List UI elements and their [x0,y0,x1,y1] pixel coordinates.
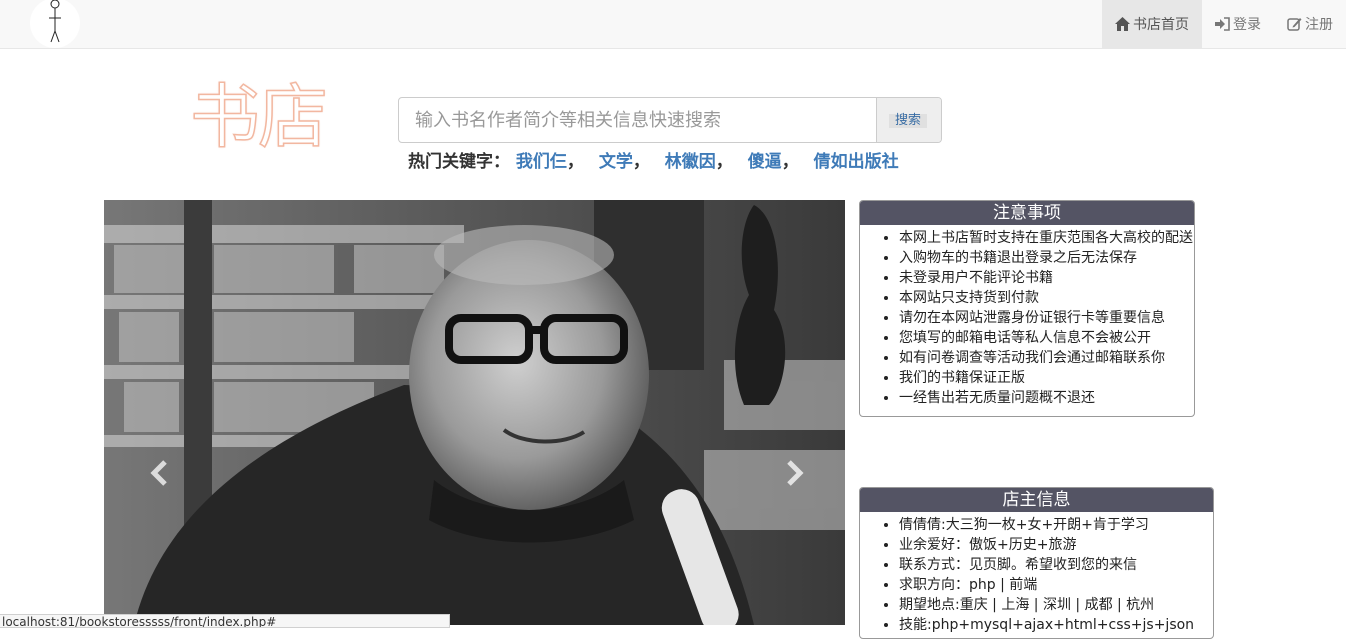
home-icon [1115,17,1130,31]
hot-keyword-separator: ， [715,152,733,172]
owner-info-list: 倩倩倩:大三狗一枚+女+开朗+肯于学习 业余爱好：傲饭+历史+旅游 联系方式：见… [860,512,1213,635]
owner-panel-title: 店主信息 [860,488,1213,512]
chevron-left-icon [150,460,167,486]
hot-keywords: 热门关键字： 我们仨， 文学， 林徽因， 傻逼， 倩如出版社 [408,147,899,172]
list-item: 入购物车的书籍退出登录之后无法保存 [899,248,1194,268]
hot-keywords-label: 热门关键字： [408,152,510,172]
notice-panel: 注意事项 本网上书店暂时支持在重庆范围各大高校的配送 入购物车的书籍退出登录之后… [859,200,1195,417]
list-item: 您填写的邮箱电话等私人信息不会被公开 [899,328,1194,348]
list-item: 联系方式：见页脚。希望收到您的来信 [899,555,1213,575]
list-item: 未登录用户不能评论书籍 [899,268,1194,288]
list-item: 求职方向：php | 前端 [899,575,1213,595]
nav-register-label: 注册 [1305,17,1333,33]
nav-login-label: 登录 [1233,17,1261,33]
carousel-prev[interactable] [146,458,176,488]
hot-keyword-link[interactable]: 林徽因 [665,152,716,172]
list-item: 我们的书籍保证正版 [899,368,1194,388]
nav-login[interactable]: 登录 [1202,0,1274,48]
list-item: 倩倩倩:大三狗一枚+女+开朗+肯于学习 [899,515,1213,535]
list-item: 技能:php+mysql+ajax+html+css+js+json [899,615,1213,635]
notice-panel-title: 注意事项 [860,201,1194,225]
chevron-right-icon [787,460,804,486]
stick-figure-logo[interactable] [30,0,80,48]
carousel-next[interactable] [778,458,808,488]
hot-keyword-link[interactable]: 倩如出版社 [814,152,899,172]
search-button[interactable]: 搜索 [876,98,941,142]
nav-home-label: 书店首页 [1133,17,1189,33]
list-item: 期望地点:重庆 | 上海 | 深圳 | 成都 | 杭州 [899,595,1213,615]
hot-keyword-separator: ， [566,152,584,172]
brand-title: 书店 [189,75,329,159]
image-carousel [104,200,845,625]
nav-register[interactable]: 注册 [1274,0,1346,48]
owner-info-panel: 店主信息 倩倩倩:大三狗一枚+女+开朗+肯于学习 业余爱好：傲饭+历史+旅游 联… [859,487,1214,639]
list-item: 如有问卷调查等活动我们会通过邮箱联系你 [899,348,1194,368]
carousel-photo [104,200,845,625]
browser-status-url: localhost:81/bookstoresssss/front/index.… [0,614,450,628]
notice-list: 本网上书店暂时支持在重庆范围各大高校的配送 入购物车的书籍退出登录之后无法保存 … [860,225,1194,408]
list-item: 请勿在本网站泄露身份证银行卡等重要信息 [899,308,1194,328]
log-in-icon [1215,17,1230,31]
list-item: 一经售出若无质量问题概不退还 [899,388,1194,408]
top-navbar: 书店首页 登录 注册 [0,0,1346,49]
hot-keyword-link[interactable]: 我们仨 [516,152,567,172]
edit-icon [1287,18,1302,31]
hot-keyword-separator: ， [781,152,799,172]
list-item: 本网站只支持货到付款 [899,288,1194,308]
search-input[interactable] [399,98,876,142]
hot-keyword-link[interactable]: 傻逼 [748,152,782,172]
list-item: 业余爱好：傲饭+历史+旅游 [899,535,1213,555]
search-box: 搜索 [398,97,942,143]
search-button-label: 搜索 [889,114,928,128]
hot-keyword-link[interactable]: 文学 [599,152,633,172]
nav-home[interactable]: 书店首页 [1102,0,1202,48]
hot-keyword-separator: ， [632,152,650,172]
list-item: 本网上书店暂时支持在重庆范围各大高校的配送 [899,228,1194,248]
